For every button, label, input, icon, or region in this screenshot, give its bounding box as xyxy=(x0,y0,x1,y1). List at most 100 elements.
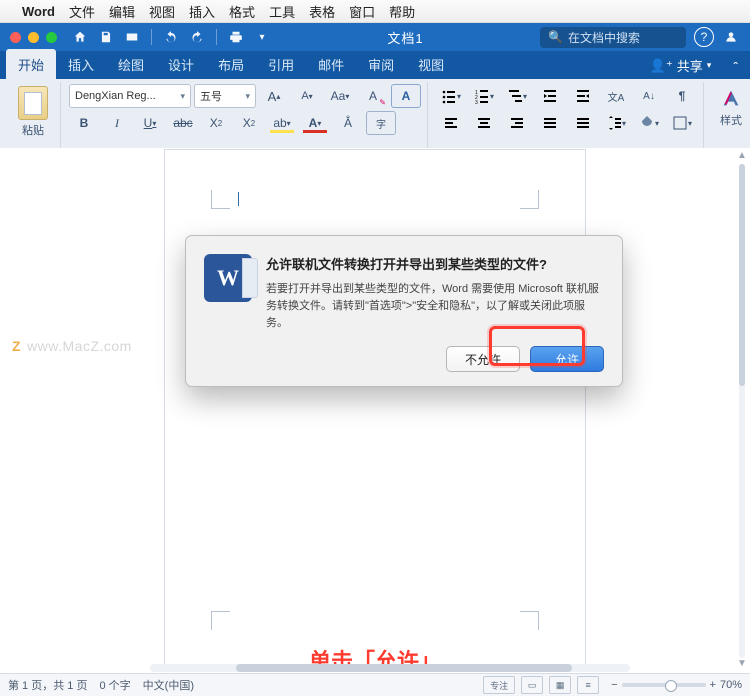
zoom-knob[interactable] xyxy=(665,680,677,692)
save-icon[interactable] xyxy=(97,28,115,46)
menu-table[interactable]: 表格 xyxy=(309,2,335,21)
bullets-button[interactable]: ▾ xyxy=(436,84,466,108)
clear-format-button[interactable]: A✎ xyxy=(358,84,388,108)
char-border-button[interactable]: 字 xyxy=(366,111,396,135)
strikethrough-button[interactable]: abc xyxy=(168,111,198,135)
menu-format[interactable]: 格式 xyxy=(229,2,255,21)
styles-button[interactable]: 样式 xyxy=(712,84,750,136)
underline-button[interactable]: U▾ xyxy=(135,111,165,135)
keyboard-icon[interactable] xyxy=(123,28,141,46)
text-direction-button[interactable]: 文A xyxy=(601,84,631,108)
zoom-in-button[interactable]: + xyxy=(710,679,716,691)
watermark: Zwww.MacZ.com xyxy=(12,338,132,354)
scroll-thumb[interactable] xyxy=(739,164,745,386)
borders-button[interactable]: ▾ xyxy=(667,111,697,135)
line-spacing-button[interactable]: ▾ xyxy=(601,111,631,135)
change-case-button[interactable]: Aa▾ xyxy=(325,84,355,108)
tab-mailings[interactable]: 邮件 xyxy=(306,49,356,79)
text-effects-button[interactable]: A xyxy=(391,84,421,108)
zoom-value[interactable]: 70% xyxy=(720,679,742,691)
help-icon[interactable]: ? xyxy=(694,27,714,47)
scroll-track[interactable] xyxy=(739,164,745,658)
status-words[interactable]: 0 个字 xyxy=(99,677,130,693)
tab-draw[interactable]: 绘图 xyxy=(106,49,156,79)
shading-button[interactable]: ▾ xyxy=(634,111,664,135)
distributed-button[interactable] xyxy=(568,111,598,135)
zoom-window-button[interactable] xyxy=(46,32,57,43)
home-icon[interactable] xyxy=(71,28,89,46)
increase-indent-button[interactable] xyxy=(535,84,565,108)
tab-insert[interactable]: 插入 xyxy=(56,49,106,79)
menu-file[interactable]: 文件 xyxy=(69,2,95,21)
align-right-button[interactable] xyxy=(502,111,532,135)
close-window-button[interactable] xyxy=(10,32,21,43)
scroll-up-icon[interactable]: ▲ xyxy=(737,150,747,164)
web-layout-view-button[interactable]: ▦ xyxy=(549,676,571,694)
view-controls: 专注 ▭ ▦ ≡ xyxy=(483,676,599,694)
tab-review[interactable]: 审阅 xyxy=(356,49,406,79)
align-center-button[interactable] xyxy=(469,111,499,135)
sort-button[interactable]: A↓ xyxy=(634,84,664,108)
multilevel-list-button[interactable]: ▾ xyxy=(502,84,532,108)
group-paragraph: ▾ 123▾ ▾ 文A A↓ ¶ ▾ ▾ ▾ xyxy=(430,82,704,152)
dialog-deny-button[interactable]: 不允许 xyxy=(446,346,520,372)
app-name[interactable]: Word xyxy=(22,4,55,19)
dialog-allow-button[interactable]: 允许 xyxy=(530,346,604,372)
text-cursor xyxy=(238,192,239,206)
menu-insert[interactable]: 插入 xyxy=(189,2,215,21)
menu-edit[interactable]: 编辑 xyxy=(109,2,135,21)
tab-view[interactable]: 视图 xyxy=(406,49,456,79)
vertical-scrollbar[interactable]: ▲ ▼ xyxy=(736,150,748,672)
font-name-dropdown[interactable]: DengXian Reg...▾ xyxy=(69,84,191,108)
tab-layout[interactable]: 布局 xyxy=(206,49,256,79)
bold-button[interactable]: B xyxy=(69,111,99,135)
phonetic-guide-button[interactable]: A̐ xyxy=(333,111,363,135)
show-marks-button[interactable]: ¶ xyxy=(667,84,697,108)
print-icon[interactable] xyxy=(227,28,245,46)
zoom-slider[interactable] xyxy=(622,683,706,687)
align-left-button[interactable] xyxy=(436,111,466,135)
outline-view-button[interactable]: ≡ xyxy=(577,676,599,694)
scroll-down-icon[interactable]: ▼ xyxy=(737,658,747,672)
ribbon-tabs: 开始 插入 绘图 设计 布局 引用 邮件 审阅 视图 👤⁺共享▾ ˆ xyxy=(0,51,750,79)
menu-help[interactable]: 帮助 xyxy=(389,2,415,21)
tab-home[interactable]: 开始 xyxy=(6,49,56,79)
minimize-window-button[interactable] xyxy=(28,32,39,43)
status-language[interactable]: 中文(中国) xyxy=(143,677,194,693)
account-icon[interactable] xyxy=(722,28,740,46)
italic-button[interactable]: I xyxy=(102,111,132,135)
align-justify-button[interactable] xyxy=(535,111,565,135)
undo-icon[interactable] xyxy=(162,28,180,46)
tab-design[interactable]: 设计 xyxy=(156,49,206,79)
subscript-button[interactable]: X2 xyxy=(201,111,231,135)
focus-mode-button[interactable]: 专注 xyxy=(483,676,515,694)
status-page[interactable]: 第 1 页，共 1 页 xyxy=(8,677,87,693)
menu-tools[interactable]: 工具 xyxy=(269,2,295,21)
toolbar-dropdown-icon[interactable]: ▾ xyxy=(253,28,271,46)
shrink-font-button[interactable]: A▾ xyxy=(292,84,322,108)
document-area[interactable] xyxy=(0,148,750,674)
crop-mark xyxy=(211,190,230,209)
traffic-lights xyxy=(10,32,57,43)
tab-references[interactable]: 引用 xyxy=(256,49,306,79)
highlight-color-button[interactable]: ab▾ xyxy=(267,111,297,135)
grow-font-button[interactable]: A▴ xyxy=(259,84,289,108)
share-button[interactable]: 👤⁺共享▾ xyxy=(642,52,720,79)
numbering-button[interactable]: 123▾ xyxy=(469,84,499,108)
menu-view[interactable]: 视图 xyxy=(149,2,175,21)
redo-icon[interactable] xyxy=(188,28,206,46)
scroll-thumb[interactable] xyxy=(236,664,572,672)
decrease-indent-button[interactable] xyxy=(568,84,598,108)
paste-icon[interactable] xyxy=(18,86,48,120)
font-color-button[interactable]: A▾ xyxy=(300,111,330,135)
paste-button[interactable]: 粘贴 xyxy=(22,122,44,138)
menu-window[interactable]: 窗口 xyxy=(349,2,375,21)
superscript-button[interactable]: X2 xyxy=(234,111,264,135)
page[interactable] xyxy=(165,150,585,670)
font-size-dropdown[interactable]: 五号▾ xyxy=(194,84,256,108)
collapse-ribbon-icon[interactable]: ˆ xyxy=(727,55,744,79)
horizontal-scrollbar[interactable] xyxy=(150,664,630,672)
zoom-out-button[interactable]: − xyxy=(611,679,617,691)
print-layout-view-button[interactable]: ▭ xyxy=(521,676,543,694)
search-field[interactable]: 🔍 在文档中搜索 xyxy=(540,27,686,48)
